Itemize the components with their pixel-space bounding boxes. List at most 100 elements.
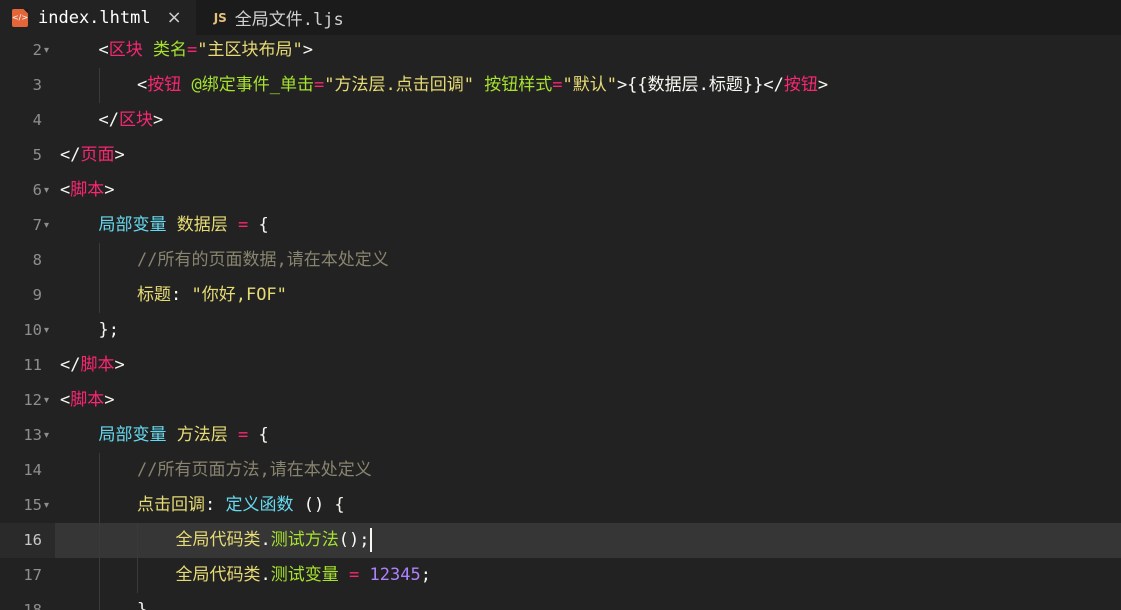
code-text[interactable]: </脚本> [60, 348, 125, 383]
code-token: //所有页面方法,请在本处定义 [137, 460, 372, 480]
code-line[interactable]: 2 ▾ <区块 类名="主区块布局"> [0, 35, 1121, 68]
code-line[interactable]: 7 ▾ 局部变量 数据层 = { [0, 208, 1121, 243]
line-number: 11 [23, 356, 42, 374]
code-line[interactable]: 4 </区块> [0, 103, 1121, 138]
indent-guide [137, 523, 138, 558]
fold-toggle-icon[interactable]: ▾ [44, 208, 49, 243]
code-token: >{{数据层.标题}}</ [616, 75, 784, 95]
code-token: ; [420, 565, 431, 585]
line-number: 12 [23, 391, 42, 409]
line-number: 8 [32, 251, 42, 269]
line-number: 2 [32, 41, 42, 59]
code-token: 点击回调 [137, 495, 205, 515]
fold-toggle-icon[interactable]: ▾ [44, 383, 49, 418]
code-token: 局部变量 [98, 425, 167, 445]
indent-guide [98, 558, 100, 593]
code-token: "方法层.点击回调" [324, 75, 474, 95]
code-text[interactable]: }, [137, 593, 157, 610]
code-line[interactable]: 17 全局代码类.测试变量 = 12345; [0, 558, 1121, 593]
code-token: //所有的页面数据,请在本处定义 [137, 250, 389, 270]
code-token: 按钮 [783, 75, 818, 95]
close-icon[interactable]: × [167, 7, 182, 28]
code-token: </ [60, 355, 81, 375]
code-editor[interactable]: 2 ▾ <区块 类名="主区块布局"> 3 <按钮 @绑定事件_单击="方法层.点击回调… [0, 35, 1121, 610]
code-token: "你好,FOF" [191, 285, 287, 305]
fold-toggle-icon[interactable]: ▾ [44, 173, 49, 208]
code-line[interactable]: 9 标题: "你好,FOF" [0, 278, 1121, 313]
code-token: : [171, 285, 192, 305]
code-line[interactable]: 12 ▾ <脚本> [0, 383, 1121, 418]
line-number: 5 [32, 146, 42, 164]
code-text[interactable]: //所有页面方法,请在本处定义 [137, 453, 372, 488]
code-text[interactable]: </区块> [99, 103, 164, 138]
code-line[interactable]: 5 </页面> [0, 138, 1121, 173]
code-token: { [248, 425, 269, 445]
code-token: > [817, 75, 829, 95]
tab-label: 全局文件.ljs [234, 10, 344, 30]
code-line[interactable]: 3 <按钮 @绑定事件_单击="方法层.点击回调" 按钮样式="默认">{{数据层… [0, 68, 1121, 103]
fold-toggle-icon[interactable]: ▾ [44, 418, 49, 453]
code-text[interactable]: 全局代码类.测试变量 = 12345; [176, 558, 431, 593]
code-token: 标题 [137, 285, 171, 305]
line-number: 3 [32, 76, 42, 94]
code-token: 方法层 [176, 425, 228, 445]
code-line[interactable]: 10 ▾}; [0, 313, 1121, 348]
code-token: </ [60, 145, 81, 165]
code-token: < [137, 75, 148, 95]
code-text[interactable]: }; [99, 313, 119, 348]
code-token: 脚本 [70, 180, 105, 200]
code-token: 区块 [108, 40, 143, 60]
indent-guide [98, 243, 100, 278]
code-text[interactable]: <脚本> [60, 383, 115, 418]
code-token: "主区块布局" [197, 40, 303, 60]
indent-guide [98, 278, 100, 313]
code-token: < [98, 40, 109, 60]
code-token: > [114, 145, 125, 165]
code-text[interactable]: </页面> [60, 138, 125, 173]
line-number: 9 [32, 286, 42, 304]
code-line[interactable]: 18}, [0, 593, 1121, 610]
code-text[interactable]: 点击回调: 定义函数 () { [137, 488, 345, 523]
code-token: 测试变量 [270, 565, 339, 585]
code-line[interactable]: 14 //所有页面方法,请在本处定义 [0, 453, 1121, 488]
indent-guide [137, 558, 138, 593]
code-text[interactable]: 局部变量 方法层 = { [99, 418, 269, 453]
fold-toggle-icon[interactable]: ▾ [44, 488, 49, 523]
code-token: : [205, 495, 226, 515]
line-number: 4 [32, 111, 42, 129]
code-line[interactable]: 8 //所有的页面数据,请在本处定义 [0, 243, 1121, 278]
code-line[interactable]: 15 ▾ 点击回调: 定义函数 () { [0, 488, 1121, 523]
code-token: 局部变量 [98, 215, 167, 235]
code-token: > [114, 355, 125, 375]
code-line[interactable]: 11 </脚本> [0, 348, 1121, 383]
code-line[interactable]: 13 ▾ 局部变量 方法层 = { [0, 418, 1121, 453]
code-token: (); [338, 530, 370, 550]
indent-guide [98, 593, 100, 610]
fold-toggle-icon[interactable]: ▾ [44, 313, 49, 348]
code-token: = [238, 425, 249, 445]
indent-guide [98, 523, 100, 558]
code-text[interactable]: 标题: "你好,FOF" [137, 278, 287, 313]
code-token: 页面 [80, 145, 115, 165]
tab-index-lhtml[interactable]: </> index.lhtml × [0, 0, 196, 35]
code-text[interactable]: <脚本> [60, 173, 115, 208]
code-token: = [187, 40, 198, 60]
code-line[interactable]: 16 全局代码类.测试方法(); [0, 523, 1121, 558]
code-token: 按钮 [147, 75, 182, 95]
code-token: = [238, 215, 249, 235]
code-token: = [552, 75, 563, 95]
fold-toggle-icon[interactable]: ▾ [44, 35, 49, 68]
code-text[interactable]: 局部变量 数据层 = { [99, 208, 269, 243]
code-text[interactable]: 全局代码类.测试方法(); [176, 523, 373, 558]
tab-global-ljs[interactable]: JS 全局文件.ljs [195, 0, 358, 35]
code-line[interactable]: 6 ▾ <脚本> [0, 173, 1121, 208]
code-text[interactable]: <按钮 @绑定事件_单击="方法层.点击回调" 按钮样式="默认">{{数据层.… [137, 68, 828, 103]
code-text[interactable]: <区块 类名="主区块布局"> [99, 35, 313, 68]
code-text[interactable]: //所有的页面数据,请在本处定义 [137, 243, 389, 278]
html-file-icon: </> [12, 8, 28, 27]
